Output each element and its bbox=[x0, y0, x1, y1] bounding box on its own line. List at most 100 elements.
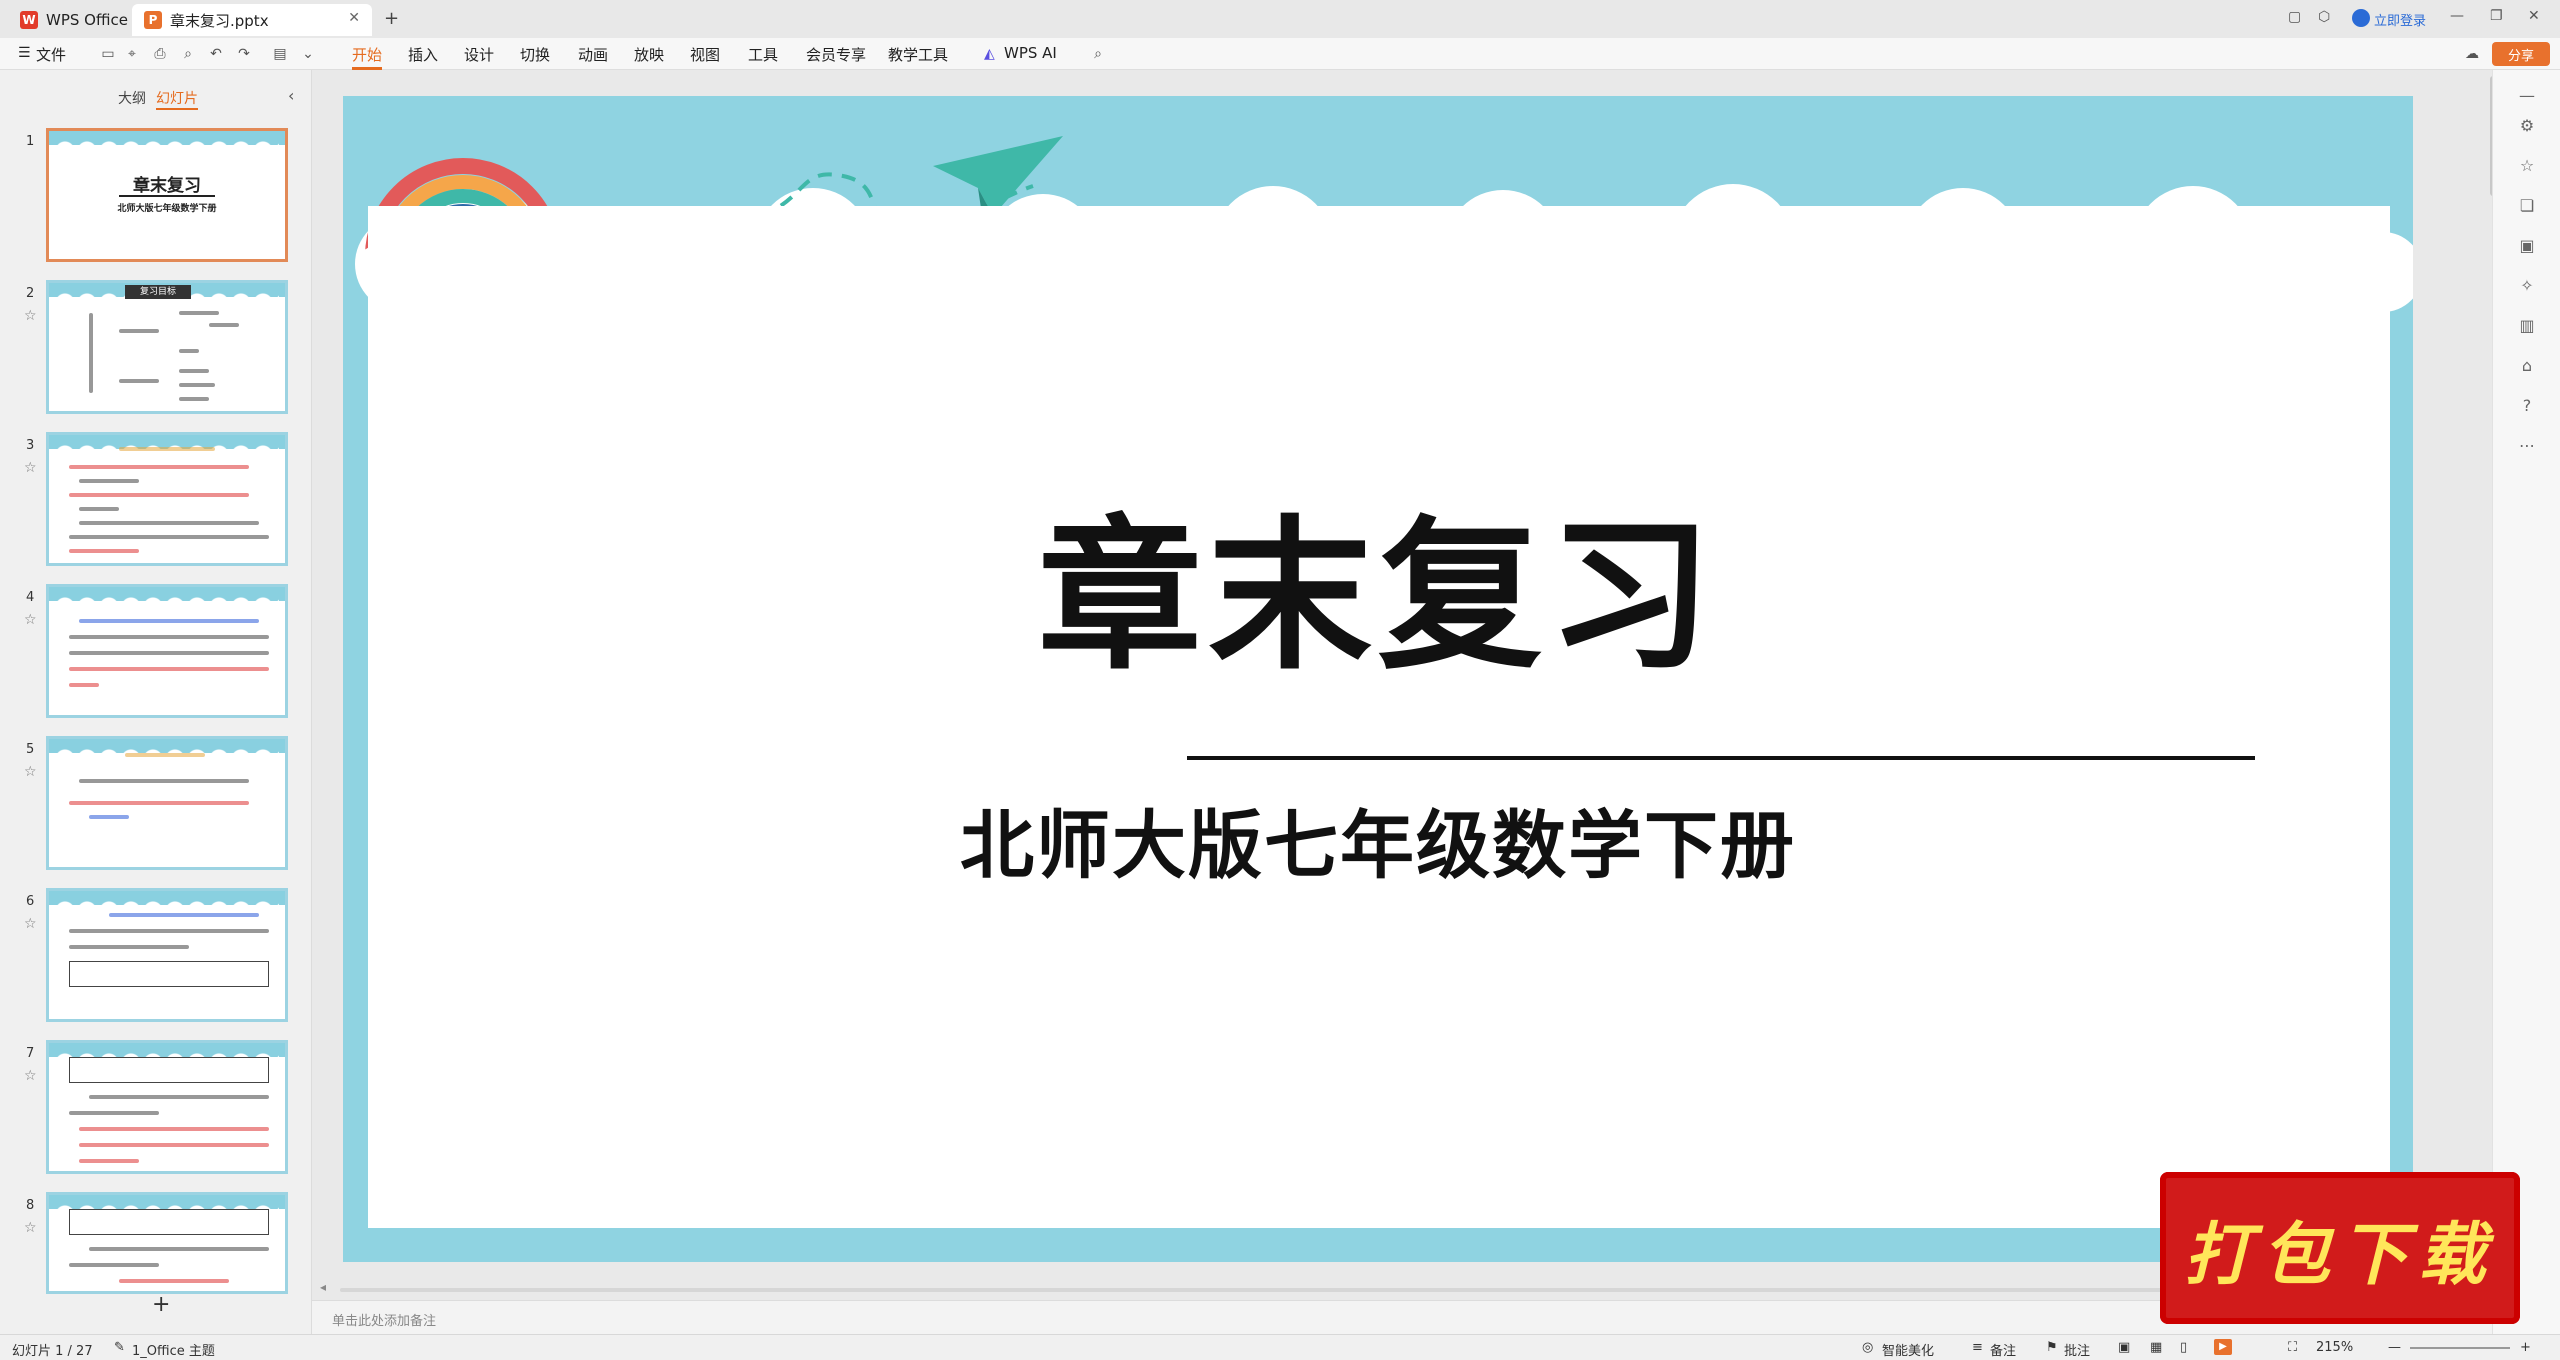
reading-view-icon[interactable]: ▯ bbox=[2180, 1340, 2187, 1355]
star-icon[interactable]: ☆ bbox=[24, 612, 37, 628]
menu-member[interactable]: 会员专享 bbox=[806, 44, 866, 65]
minus-icon[interactable]: — bbox=[2517, 86, 2537, 106]
thumb-line bbox=[79, 1159, 139, 1163]
thumb-line bbox=[119, 447, 215, 451]
avatar-icon[interactable] bbox=[2352, 9, 2370, 27]
magic-icon[interactable]: ✧ bbox=[2517, 276, 2537, 296]
thumb-line bbox=[179, 311, 219, 315]
collapse-panel-icon[interactable]: ‹ bbox=[288, 86, 294, 105]
image-icon[interactable]: ▣ bbox=[2517, 236, 2537, 256]
share-button[interactable]: 分享 bbox=[2492, 42, 2550, 66]
tab-bar: W WPS Office P 章末复习.pptx ✕ + ▢ ⬡ 立即登录 — … bbox=[0, 0, 2560, 38]
menu-tools[interactable]: 工具 bbox=[748, 44, 778, 65]
redo-icon[interactable]: ↷ bbox=[236, 46, 252, 62]
download-package-badge[interactable]: 打包下载 bbox=[2160, 1172, 2520, 1324]
thumb-rule bbox=[119, 195, 215, 197]
slide-thumbnail-8[interactable] bbox=[46, 1192, 288, 1294]
minimize-icon[interactable]: — bbox=[2450, 8, 2464, 24]
thumb-subtitle: 北师大版七年级数学下册 bbox=[117, 204, 217, 214]
menu-transition[interactable]: 切换 bbox=[520, 44, 550, 65]
menu-view[interactable]: 视图 bbox=[690, 44, 720, 65]
star-icon[interactable]: ☆ bbox=[24, 308, 37, 324]
star-icon[interactable]: ☆ bbox=[24, 460, 37, 476]
cloud-icon[interactable]: ☁ bbox=[2464, 46, 2480, 62]
help-icon[interactable]: ? bbox=[2517, 396, 2537, 416]
ribbon-menu: ☰ 文件 ▭ ⌖ ⎙ ⌕ ↶ ↷ ▤ ⌄ 开始 插入 设计 切换 动画 放映 视… bbox=[0, 38, 2560, 70]
menu-insert[interactable]: 插入 bbox=[408, 44, 438, 65]
template-icon[interactable]: ⌂ bbox=[2517, 356, 2537, 376]
slide-number: 7 bbox=[26, 1046, 35, 1061]
menu-file[interactable]: 文件 bbox=[36, 44, 66, 65]
slide-thumbnail-1[interactable]: 章末复习 北师大版七年级数学下册 bbox=[46, 128, 288, 262]
horizontal-scrollbar[interactable] bbox=[340, 1288, 2460, 1292]
menu-teaching[interactable]: 教学工具 bbox=[888, 44, 948, 65]
zoom-in-icon[interactable]: + bbox=[2520, 1340, 2531, 1355]
editing-canvas: 章末复习 北师大版七年级数学下册 ◂ bbox=[312, 70, 2496, 1300]
slide-thumbnail-7[interactable] bbox=[46, 1040, 288, 1174]
star-shape-icon[interactable]: ☆ bbox=[2517, 156, 2537, 176]
layers-icon[interactable]: ❏ bbox=[2517, 196, 2537, 216]
grid-view-icon[interactable]: ▦ bbox=[2150, 1340, 2162, 1355]
zoom-out-icon[interactable]: — bbox=[2388, 1340, 2401, 1355]
scroll-left-icon[interactable]: ◂ bbox=[320, 1280, 326, 1294]
tab-wps-office[interactable]: W WPS Office bbox=[8, 4, 128, 36]
thumb-line bbox=[69, 945, 189, 949]
cube-icon[interactable]: ⬡ bbox=[2318, 9, 2330, 25]
notes-placeholder[interactable]: 单击此处添加备注 bbox=[332, 1310, 436, 1329]
slide-title[interactable]: 章末复习 bbox=[63, 464, 2560, 701]
restore-icon[interactable]: ❐ bbox=[2490, 8, 2503, 24]
menu-slideshow[interactable]: 放映 bbox=[634, 44, 664, 65]
add-slide-button[interactable]: + bbox=[152, 1292, 170, 1317]
thumb-line bbox=[69, 1263, 159, 1267]
notes-icon: ≡ bbox=[1972, 1340, 1983, 1355]
zoom-slider[interactable] bbox=[2410, 1347, 2510, 1349]
undo-icon[interactable]: ↶ bbox=[208, 46, 224, 62]
save-icon[interactable]: ▭ bbox=[100, 46, 116, 62]
book-icon[interactable]: ▥ bbox=[2517, 316, 2537, 336]
slide-thumbnail-6[interactable] bbox=[46, 888, 288, 1022]
theme-name[interactable]: 1_Office 主题 bbox=[132, 1340, 215, 1359]
slide-subtitle[interactable]: 北师大版七年级数学下册 bbox=[23, 786, 2560, 893]
comment-toggle[interactable]: 批注 bbox=[2064, 1340, 2090, 1359]
tab-document[interactable]: P 章末复习.pptx ✕ bbox=[132, 4, 372, 36]
hamburger-icon[interactable]: ☰ bbox=[18, 45, 31, 61]
slide-number: 2 bbox=[26, 286, 35, 301]
close-window-icon[interactable]: ✕ bbox=[2528, 8, 2540, 24]
thumb-table bbox=[69, 1057, 269, 1083]
menu-design[interactable]: 设计 bbox=[464, 44, 494, 65]
tab-slides[interactable]: 幻灯片 bbox=[156, 88, 198, 110]
sliders-icon[interactable]: ⚙ bbox=[2517, 116, 2537, 136]
window-icon[interactable]: ▢ bbox=[2288, 9, 2301, 25]
fit-icon[interactable]: ⛶ bbox=[2288, 1340, 2297, 1355]
notes-toggle[interactable]: 备注 bbox=[1990, 1340, 2016, 1359]
thumb-cloud-header bbox=[49, 891, 285, 911]
zoom-level[interactable]: 215% bbox=[2316, 1340, 2353, 1355]
play-icon[interactable]: ▶ bbox=[2214, 1339, 2232, 1355]
star-icon[interactable]: ☆ bbox=[24, 764, 37, 780]
chevron-down-icon[interactable]: ⌄ bbox=[300, 46, 316, 62]
menu-wps-ai[interactable]: WPS AI bbox=[1004, 44, 1057, 62]
search-icon[interactable]: ⌕ bbox=[1090, 46, 1106, 62]
close-icon[interactable]: ✕ bbox=[348, 10, 360, 26]
slide[interactable]: 章末复习 北师大版七年级数学下册 bbox=[343, 96, 2413, 1262]
tab-outline[interactable]: 大纲 bbox=[118, 88, 146, 108]
slide-thumbnail-2[interactable]: 复习目标 bbox=[46, 280, 288, 414]
thumb-table bbox=[69, 1209, 269, 1235]
star-icon[interactable]: ☆ bbox=[24, 916, 37, 932]
slide-number: 3 bbox=[26, 438, 35, 453]
pin-icon[interactable]: ⌖ bbox=[124, 46, 140, 62]
normal-view-icon[interactable]: ▣ bbox=[2118, 1340, 2130, 1355]
theme-icon: ✎ bbox=[114, 1340, 125, 1355]
thumb-bracket bbox=[89, 313, 93, 393]
login-link[interactable]: 立即登录 bbox=[2374, 10, 2426, 29]
menu-start[interactable]: 开始 bbox=[352, 44, 383, 70]
smart-beautify-button[interactable]: 智能美化 bbox=[1882, 1340, 1934, 1359]
menu-animation[interactable]: 动画 bbox=[578, 44, 608, 65]
print-icon[interactable]: ⎙ bbox=[152, 46, 168, 62]
new-tab-icon[interactable]: + bbox=[384, 8, 399, 29]
star-icon[interactable]: ☆ bbox=[24, 1220, 37, 1236]
format-painter-icon[interactable]: ▤ bbox=[272, 46, 288, 62]
more-icon[interactable]: ⋯ bbox=[2517, 436, 2537, 456]
preview-icon[interactable]: ⌕ bbox=[180, 46, 196, 62]
star-icon[interactable]: ☆ bbox=[24, 1068, 37, 1084]
